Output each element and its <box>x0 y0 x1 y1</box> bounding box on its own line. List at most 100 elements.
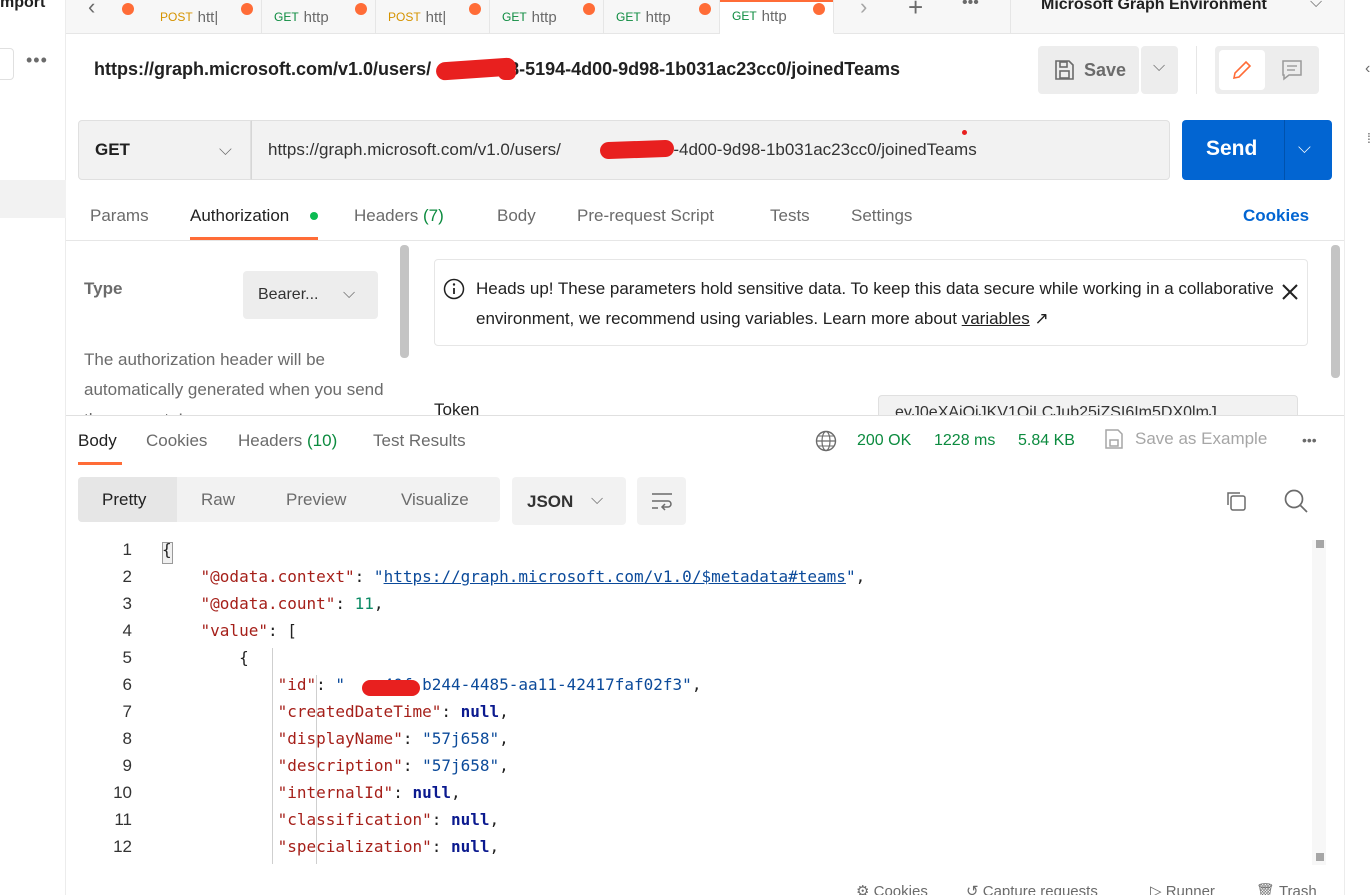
editor-scrollbar[interactable] <box>1312 540 1326 865</box>
request-tab[interactable]: POST htt| <box>376 0 490 34</box>
footer-capture[interactable]: ↺ Capture requests <box>966 882 1098 895</box>
more-options-icon[interactable]: ••• <box>1302 432 1317 448</box>
import-button[interactable]: mport <box>0 0 45 12</box>
variables-link[interactable]: variables <box>962 309 1030 328</box>
cookies-link[interactable]: Cookies <box>1243 206 1309 226</box>
info-panel-icon[interactable]: ⁞ <box>1367 130 1371 146</box>
request-tab-active[interactable]: GET http <box>720 0 834 34</box>
tab-body[interactable]: Body <box>497 206 536 226</box>
format-pretty[interactable]: Pretty <box>78 477 177 522</box>
auth-description: The authorization header will be automat… <box>84 350 384 415</box>
tab-prerequest-script[interactable]: Pre-request Script <box>577 206 714 226</box>
footer-cookies[interactable]: ⚙ Cookies <box>856 882 928 895</box>
code-token: : <box>431 837 451 856</box>
tab-options-icon[interactable]: ••• <box>962 0 979 12</box>
tab-tests[interactable]: Tests <box>770 206 810 226</box>
code-token: "id" <box>277 675 317 694</box>
response-time[interactable]: 1228 ms <box>934 432 995 450</box>
response-tab-headers[interactable]: Headers (10) <box>238 431 337 451</box>
request-tab[interactable]: GET http <box>262 0 376 34</box>
auth-type-label: Type <box>84 279 123 298</box>
tab-headers[interactable]: Headers (7) <box>354 206 444 226</box>
status-bar: ⚙ Cookies ↺ Capture requests ▷ Runner 🗑 … <box>66 878 1344 895</box>
footer-runner[interactable]: ▷ Runner <box>1150 882 1215 895</box>
footer-trash-label: Trash <box>1278 883 1317 895</box>
send-button[interactable]: Send ⌵ <box>1182 120 1332 180</box>
comment-icon[interactable] <box>1281 59 1303 81</box>
response-tab-test-results[interactable]: Test Results <box>373 431 466 451</box>
scroll-up-icon[interactable] <box>1316 540 1324 548</box>
save-button[interactable]: Save <box>1038 46 1139 94</box>
auth-type-select[interactable]: Bearer... ⌵ <box>243 271 378 319</box>
tab-title: http <box>531 8 557 26</box>
scroll-down-icon[interactable] <box>1316 853 1324 861</box>
code-content: "value": [ <box>162 621 297 640</box>
sidebar-selected-item[interactable] <box>0 180 66 218</box>
save-icon <box>1055 60 1074 80</box>
scrollbar[interactable] <box>400 245 409 358</box>
pane-divider[interactable] <box>66 415 1344 416</box>
footer-trash[interactable]: 🗑 Trash <box>1256 882 1317 895</box>
request-tab[interactable]: GET http <box>604 0 720 34</box>
scrollbar[interactable] <box>1331 245 1340 378</box>
chevron-down-icon[interactable]: ⌵ <box>1298 138 1311 158</box>
tab-method: GET <box>616 10 641 24</box>
format-preview[interactable]: Preview <box>286 490 346 510</box>
code-token: , <box>499 702 509 721</box>
code-token[interactable]: https://graph.microsoft.com/v1.0/$metada… <box>384 567 846 586</box>
format-visualize[interactable]: Visualize <box>401 490 469 510</box>
code-token: , <box>499 756 509 775</box>
tab-title: http <box>761 7 787 25</box>
globe-icon[interactable] <box>815 430 837 452</box>
format-raw[interactable]: Raw <box>201 490 235 510</box>
sidebar-search-box[interactable] <box>0 48 14 80</box>
copy-icon[interactable] <box>1224 489 1248 513</box>
code-token: { <box>162 540 172 559</box>
tab-method: POST <box>388 10 421 24</box>
chevron-down-icon[interactable]: ⌵ <box>1310 0 1322 12</box>
tab-scroll-right-icon[interactable]: › <box>860 0 867 20</box>
save-as-example-button[interactable]: Save as Example <box>1135 429 1267 449</box>
search-icon[interactable] <box>1283 488 1309 514</box>
code-content: "displayName": "57j658", <box>162 729 509 748</box>
code-token: "specialization" <box>277 837 432 856</box>
tab-authorization[interactable]: Authorization <box>190 206 289 226</box>
chevron-down-icon: ⌵ <box>219 140 232 159</box>
request-tab[interactable]: POST htt| <box>148 0 262 34</box>
response-tab-body[interactable]: Body <box>78 431 117 451</box>
new-tab-icon[interactable]: + <box>908 0 923 23</box>
language-select[interactable]: JSON ⌵ <box>512 477 626 525</box>
code-content: "@odata.context": "https://graph.microso… <box>162 567 866 586</box>
divider <box>1010 0 1011 34</box>
request-tab[interactable] <box>122 0 136 34</box>
tab-params[interactable]: Params <box>90 206 149 226</box>
code-line: 6 "id": " 40f-b244-4485-aa11-42417faf02f… <box>66 675 1266 702</box>
save-options-button[interactable]: ⌵ <box>1141 46 1178 94</box>
method-select[interactable]: GET ⌵ <box>78 120 251 180</box>
tab-settings[interactable]: Settings <box>851 206 912 226</box>
code-token: , <box>450 783 461 802</box>
response-size[interactable]: 5.84 KB <box>1018 432 1075 450</box>
wrap-lines-button[interactable] <box>637 477 686 525</box>
token-input[interactable]: eyJ0eXAiOiJKV1QiLCJub25jZSI6Im5DX0lmJ <box>878 395 1298 415</box>
url-input[interactable] <box>251 120 1170 180</box>
view-mode-group <box>1215 46 1319 94</box>
tab-title: htt| <box>197 8 219 26</box>
close-icon[interactable] <box>1280 282 1300 302</box>
more-options-icon[interactable]: ••• <box>26 50 48 71</box>
status-code[interactable]: 200 OK <box>857 432 911 450</box>
edit-mode-button[interactable] <box>1219 50 1265 90</box>
code-token: : <box>316 675 336 694</box>
response-tab-cookies[interactable]: Cookies <box>146 431 207 451</box>
line-number: 7 <box>122 702 132 721</box>
environment-selector[interactable]: Microsoft Graph Environment <box>1041 0 1267 14</box>
collapse-icon[interactable]: ‹ <box>1365 60 1370 78</box>
line-number: 6 <box>122 675 132 694</box>
info-icon <box>443 278 465 300</box>
code-content: "createdDateTime": null, <box>162 702 509 721</box>
request-tab[interactable]: GET http <box>490 0 604 34</box>
tab-scroll-left-icon[interactable]: ‹ <box>88 0 95 20</box>
response-body-editor[interactable]: 1{2 "@odata.context": "https://graph.mic… <box>66 540 1312 865</box>
